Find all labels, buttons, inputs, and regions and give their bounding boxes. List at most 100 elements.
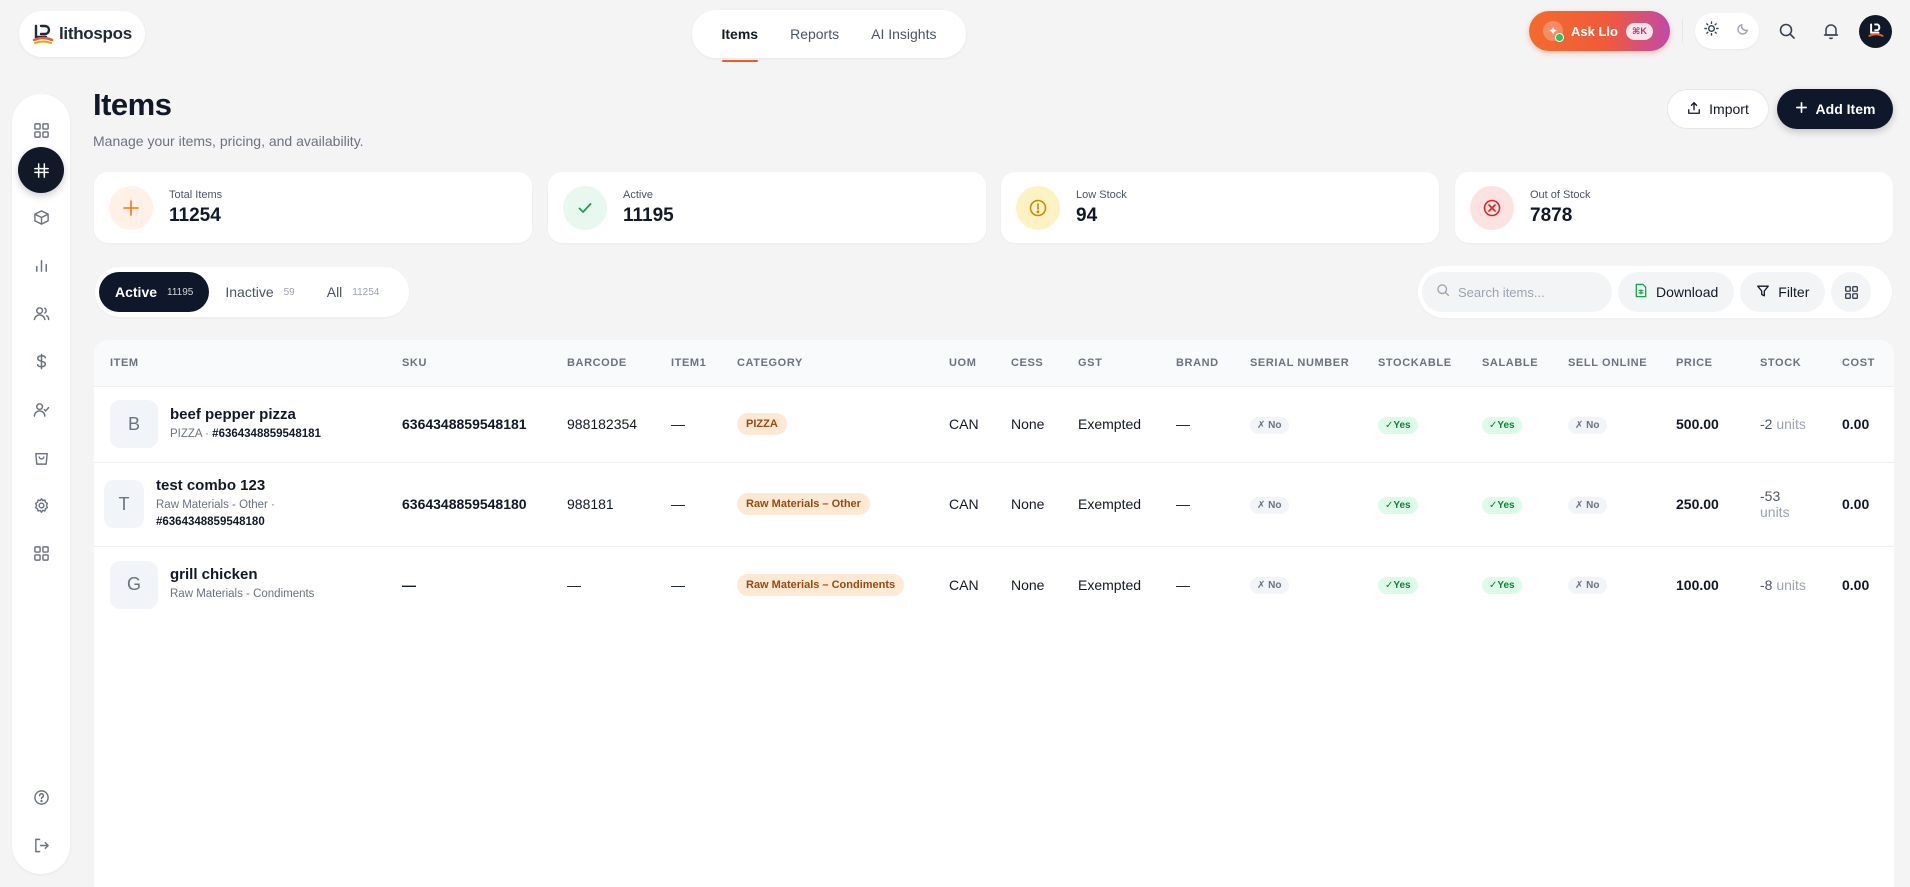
tab-ai-insights[interactable]: AI Insights: [871, 10, 936, 58]
stock-unit: units: [1776, 416, 1806, 432]
column-header[interactable]: GST: [1062, 340, 1160, 386]
logout-icon[interactable]: [18, 822, 64, 868]
ask-llo-button[interactable]: ✦ Ask Llo ⌘K: [1529, 11, 1670, 51]
table-row[interactable]: T test combo 123 Raw Materials - Other ·…: [94, 461, 1894, 546]
page-title: Items: [93, 87, 172, 122]
stock-unit: units: [1760, 504, 1790, 520]
salable-badge: ✓Yes: [1482, 496, 1522, 514]
category-cell: Raw Materials – Condiments: [721, 545, 933, 623]
sun-icon[interactable]: [1703, 21, 1719, 41]
cess-cell: None: [995, 545, 1062, 623]
tab-count: 11254: [352, 286, 380, 298]
cost-cell: 0.00: [1826, 545, 1894, 623]
column-header[interactable]: STOCK: [1744, 340, 1826, 386]
sku-cell: —: [386, 545, 551, 623]
search-input[interactable]: [1458, 284, 1598, 300]
items-icon[interactable]: [18, 147, 64, 193]
item-code: #6364348859548180: [156, 516, 265, 528]
category-badge: Raw Materials – Other: [737, 493, 870, 515]
column-header[interactable]: ITEM1: [655, 340, 721, 386]
item-cell: T test combo 123 Raw Materials - Other ·…: [94, 461, 386, 546]
moon-icon[interactable]: [1736, 21, 1751, 41]
stat-card-total: Total Items 11254: [94, 172, 532, 243]
serial-badge: ✗ No: [1250, 416, 1289, 434]
plus-icon: [1795, 101, 1808, 117]
column-header[interactable]: PRICE: [1660, 340, 1744, 386]
filter-button[interactable]: Filter: [1740, 272, 1826, 312]
column-header[interactable]: BRAND: [1160, 340, 1234, 386]
item-category-meta: PIZZA ·: [170, 427, 213, 440]
column-header[interactable]: SELL ONLINE: [1552, 340, 1660, 386]
download-button[interactable]: Download: [1618, 272, 1735, 312]
serial-badge: ✗ No: [1250, 496, 1289, 514]
column-header[interactable]: SERIAL NUMBER: [1234, 340, 1362, 386]
serial-cell: ✗ No: [1234, 461, 1362, 546]
category-cell: Raw Materials – Other: [721, 461, 933, 546]
chart-icon[interactable]: [18, 242, 64, 288]
salable-badge: ✓Yes: [1482, 577, 1522, 595]
salable-cell: ✓Yes: [1466, 545, 1552, 623]
column-header[interactable]: ITEM: [94, 340, 386, 386]
cost-cell: 0.00: [1826, 385, 1894, 462]
stat-label: Low Stock: [1076, 188, 1127, 201]
category-badge: PIZZA: [737, 413, 787, 435]
search-icon[interactable]: [1771, 15, 1803, 47]
stat-value: 11254: [169, 204, 221, 226]
sell-online-cell: ✗ No: [1552, 385, 1660, 462]
column-header[interactable]: SKU: [386, 340, 551, 386]
add-item-button[interactable]: Add Item: [1777, 89, 1893, 129]
table-row[interactable]: G grill chicken Raw Materials - Condimen…: [94, 545, 1894, 623]
tab-all[interactable]: All 11254: [311, 272, 396, 312]
gst-cell: Exempted: [1062, 461, 1160, 546]
serial-cell: ✗ No: [1234, 385, 1362, 462]
serial-badge: ✗ No: [1250, 577, 1289, 595]
sidebar: [12, 94, 70, 874]
price-cell: 500.00: [1660, 385, 1744, 462]
column-header[interactable]: CESS: [995, 340, 1062, 386]
theme-toggle[interactable]: [1695, 13, 1759, 49]
box-icon[interactable]: [18, 194, 64, 240]
add-item-label: Add Item: [1815, 101, 1876, 117]
column-header[interactable]: SALABLE: [1466, 340, 1552, 386]
item-name[interactable]: beef pepper pizza: [170, 406, 321, 423]
stock-cell: -8 units: [1744, 545, 1826, 623]
gear-icon[interactable]: [18, 482, 64, 528]
brand-logo[interactable]: lithospos: [19, 11, 145, 57]
dollar-icon[interactable]: [18, 338, 64, 384]
tab-label: All: [326, 284, 343, 300]
tab-reports[interactable]: Reports: [790, 10, 839, 58]
table-row[interactable]: B beef pepper pizza PIZZA · #63643488595…: [94, 385, 1894, 462]
column-header[interactable]: BARCODE: [551, 340, 655, 386]
column-header[interactable]: COST: [1826, 340, 1894, 386]
check-icon: [563, 185, 607, 230]
users-icon[interactable]: [18, 290, 64, 336]
avatar[interactable]: [1859, 14, 1892, 48]
item-category-meta: Raw Materials - Condiments: [170, 588, 315, 601]
grid-view-icon[interactable]: [1831, 272, 1872, 312]
item-name[interactable]: test combo 123: [156, 477, 275, 494]
bag-icon[interactable]: [18, 434, 64, 480]
help-icon[interactable]: [18, 774, 64, 820]
price-cell: 250.00: [1660, 461, 1744, 546]
tab-inactive[interactable]: Inactive 59: [209, 272, 310, 312]
sell-online-badge: ✗ No: [1568, 416, 1607, 434]
apps-icon[interactable]: [18, 530, 64, 576]
bell-icon[interactable]: [1815, 15, 1847, 47]
ask-llo-label: Ask Llo: [1571, 23, 1618, 39]
stat-card-out-of-stock: Out of Stock 7878: [1455, 172, 1893, 243]
stockable-cell: ✓Yes: [1362, 385, 1466, 462]
stat-card-active: Active 11195: [548, 172, 986, 243]
barcode-cell: 988182354: [551, 385, 655, 462]
item1-cell: —: [655, 385, 721, 462]
table-tools: Download Filter: [1418, 266, 1892, 318]
user-check-icon[interactable]: [18, 386, 64, 432]
tab-active[interactable]: Active 11195: [99, 272, 210, 312]
tab-items[interactable]: Items: [721, 10, 758, 62]
import-button[interactable]: Import: [1667, 89, 1769, 129]
column-header[interactable]: UOM: [933, 340, 995, 386]
column-header[interactable]: CATEGORY: [721, 340, 933, 386]
stock-value: -2: [1760, 416, 1773, 432]
column-header[interactable]: STOCKABLE: [1362, 340, 1466, 386]
item-name[interactable]: grill chicken: [170, 566, 314, 583]
stockable-cell: ✓Yes: [1362, 461, 1466, 546]
